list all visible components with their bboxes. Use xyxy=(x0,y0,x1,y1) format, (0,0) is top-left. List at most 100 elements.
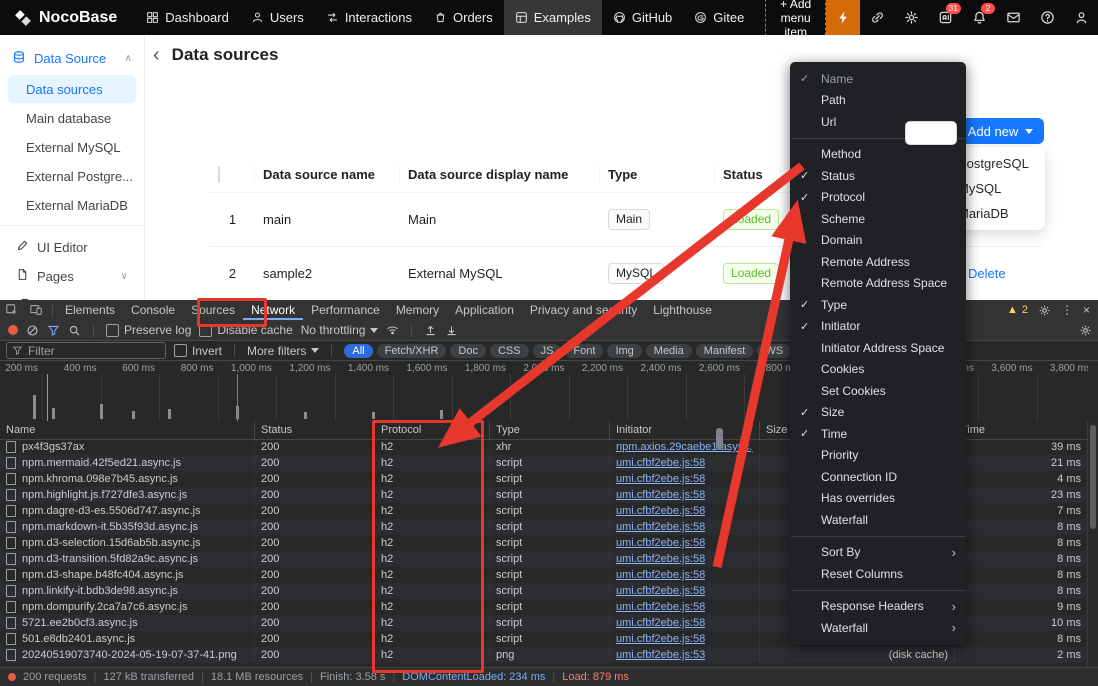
nav-item-users[interactable]: Users xyxy=(240,0,315,35)
plugin-icon[interactable] xyxy=(826,0,860,35)
initiator-link[interactable]: umi.cfbf2ebe.js:58 xyxy=(616,505,705,517)
context-menu-item-initiator-address-space[interactable]: Initiator Address Space xyxy=(790,337,966,359)
context-menu-item-remote-address[interactable]: Remote Address xyxy=(790,251,966,273)
initiator-link[interactable]: npm.axios.29caebe1.async.js:8 xyxy=(616,441,753,453)
notifications-icon[interactable]: 2 xyxy=(962,0,996,35)
filter-pill-doc[interactable]: Doc xyxy=(450,344,486,358)
filter-pill-img[interactable]: Img xyxy=(607,344,641,358)
context-menu-item-has-overrides[interactable]: Has overrides xyxy=(790,488,966,510)
close-devtools-icon[interactable]: × xyxy=(1083,303,1090,317)
sidebar-item-pages[interactable]: Pages∨ xyxy=(8,262,136,290)
initiator-link[interactable]: umi.cfbf2ebe.js:58 xyxy=(616,569,705,581)
link-icon[interactable] xyxy=(860,0,894,35)
refresh-button[interactable] xyxy=(905,121,957,145)
export-har-icon[interactable] xyxy=(445,324,458,337)
column-header[interactable]: Data source display name xyxy=(400,166,600,184)
context-menu-item-sort-by[interactable]: Sort By› xyxy=(790,542,966,564)
nav-item-github[interactable]: GitHub xyxy=(602,0,683,35)
context-menu-item-reset-columns[interactable]: Reset Columns xyxy=(790,563,966,585)
filter-input[interactable]: Filter xyxy=(6,342,166,359)
nav-item-dashboard[interactable]: Dashboard xyxy=(135,0,240,35)
devtools-tab-sources[interactable]: Sources xyxy=(183,300,243,320)
scrollbar-thumb[interactable] xyxy=(1090,425,1096,529)
devtools-tab-memory[interactable]: Memory xyxy=(388,300,447,320)
devtools-tab-lighthouse[interactable]: Lighthouse xyxy=(645,300,720,320)
context-menu-item-scheme[interactable]: Scheme xyxy=(790,208,966,230)
more-filters-button[interactable]: More filters xyxy=(247,344,319,358)
context-menu-item-cookies[interactable]: Cookies xyxy=(790,359,966,381)
column-header-time[interactable]: Time xyxy=(955,421,1088,439)
column-header-protocol[interactable]: Protocol xyxy=(375,421,490,439)
user-icon[interactable] xyxy=(1064,0,1098,35)
initiator-link[interactable]: umi.cfbf2ebe.js:58 xyxy=(616,537,705,549)
initiator-link[interactable]: umi.cfbf2ebe.js:58 xyxy=(616,473,705,485)
request-row[interactable]: 20240519073740-2024-05-19-07-37-41.png20… xyxy=(0,647,1088,663)
record-network-log-icon[interactable] xyxy=(8,325,18,335)
initiator-link[interactable]: umi.cfbf2ebe.js:58 xyxy=(616,553,705,565)
devtools-tab-console[interactable]: Console xyxy=(123,300,183,320)
filter-pill-ws[interactable]: WS xyxy=(757,344,791,358)
context-menu-item-type[interactable]: ✓Type xyxy=(790,294,966,316)
context-menu-item-domain[interactable]: Domain xyxy=(790,230,966,252)
initiator-link[interactable]: umi.cfbf2ebe.js:58 xyxy=(616,457,705,469)
sidebar-item-external-mysql[interactable]: External MySQL xyxy=(8,133,136,161)
context-menu-item-waterfall[interactable]: Waterfall xyxy=(790,509,966,531)
context-menu-item-method[interactable]: Method xyxy=(790,144,966,166)
network-conditions-icon[interactable] xyxy=(386,324,399,337)
sidebar-group-data-source[interactable]: Data Source ∧ xyxy=(0,43,144,74)
help-icon[interactable] xyxy=(1030,0,1064,35)
sidebar-item-external-postgre[interactable]: External Postgre... xyxy=(8,162,136,190)
context-menu-item-path[interactable]: Path xyxy=(790,90,966,112)
device-toolbar-icon[interactable] xyxy=(24,300,48,320)
context-menu-item-time[interactable]: ✓Time xyxy=(790,423,966,445)
sidebar-item-blocks[interactable]: Blocks∨ xyxy=(8,291,136,300)
sidebar-item-data-sources[interactable]: Data sources xyxy=(8,75,136,103)
collapse-sidebar-icon[interactable]: ‹ xyxy=(153,45,160,65)
context-menu-scrollbar-thumb[interactable] xyxy=(716,428,723,450)
sidebar-item-external-mariadb[interactable]: External MariaDB xyxy=(8,191,136,219)
context-menu-item-initiator[interactable]: ✓Initiator xyxy=(790,316,966,338)
kebab-menu-icon[interactable]: ⋮ xyxy=(1061,303,1073,317)
context-menu-item-protocol[interactable]: ✓Protocol xyxy=(790,187,966,209)
mail-icon[interactable] xyxy=(996,0,1030,35)
devtools-tab-performance[interactable]: Performance xyxy=(303,300,388,320)
sidebar-item-ui-editor[interactable]: UI Editor xyxy=(8,233,136,261)
initiator-link[interactable]: umi.cfbf2ebe.js:53 xyxy=(616,649,705,661)
filter-pill-js[interactable]: JS xyxy=(533,344,562,358)
filter-pill-css[interactable]: CSS xyxy=(490,344,529,358)
column-header-type[interactable]: Type xyxy=(490,421,610,439)
column-header-initiator[interactable]: Initiator xyxy=(610,421,760,439)
initiator-link[interactable]: umi.cfbf2ebe.js:58 xyxy=(616,489,705,501)
disable-cache-checkbox[interactable]: Disable cache xyxy=(199,323,292,337)
context-menu-item-status[interactable]: ✓Status xyxy=(790,165,966,187)
select-all-checkbox[interactable] xyxy=(210,166,255,184)
initiator-link[interactable]: umi.cfbf2ebe.js:58 xyxy=(616,521,705,533)
sidebar-item-main-database[interactable]: Main database xyxy=(8,104,136,132)
initiator-link[interactable]: umi.cfbf2ebe.js:58 xyxy=(616,617,705,629)
filter-pill-media[interactable]: Media xyxy=(646,344,692,358)
filter-icon[interactable] xyxy=(47,324,60,337)
throttling-select[interactable]: No throttling xyxy=(301,323,379,337)
filter-pill-font[interactable]: Font xyxy=(565,344,603,358)
nav-item-gitee[interactable]: Gitee xyxy=(683,0,755,35)
column-header[interactable]: Type xyxy=(600,166,715,184)
context-menu-item-waterfall[interactable]: Waterfall› xyxy=(790,617,966,639)
nav-item-examples[interactable]: Examples xyxy=(504,0,602,35)
inspect-element-icon[interactable] xyxy=(0,300,24,320)
devtools-scrollbar[interactable] xyxy=(1087,421,1098,667)
initiator-link[interactable]: umi.cfbf2ebe.js:58 xyxy=(616,585,705,597)
clear-network-log-icon[interactable] xyxy=(26,324,39,337)
context-menu-item-remote-address-space[interactable]: Remote Address Space xyxy=(790,273,966,295)
context-menu-item-response-headers[interactable]: Response Headers› xyxy=(790,596,966,618)
nav-item-orders[interactable]: Orders xyxy=(423,0,504,35)
context-menu-item-connection-id[interactable]: Connection ID xyxy=(790,466,966,488)
network-settings-icon[interactable] xyxy=(1079,324,1092,340)
context-menu-item-size[interactable]: ✓Size xyxy=(790,402,966,424)
initiator-link[interactable]: umi.cfbf2ebe.js:58 xyxy=(616,601,705,613)
filter-pill-fetch-xhr[interactable]: Fetch/XHR xyxy=(377,344,447,358)
warning-count[interactable]: ▲2 xyxy=(1007,304,1028,316)
add-new-button[interactable]: Add new xyxy=(957,118,1044,144)
import-har-icon[interactable] xyxy=(424,324,437,337)
devtools-tab-elements[interactable]: Elements xyxy=(57,300,123,320)
column-header[interactable]: Data source name xyxy=(255,166,400,184)
